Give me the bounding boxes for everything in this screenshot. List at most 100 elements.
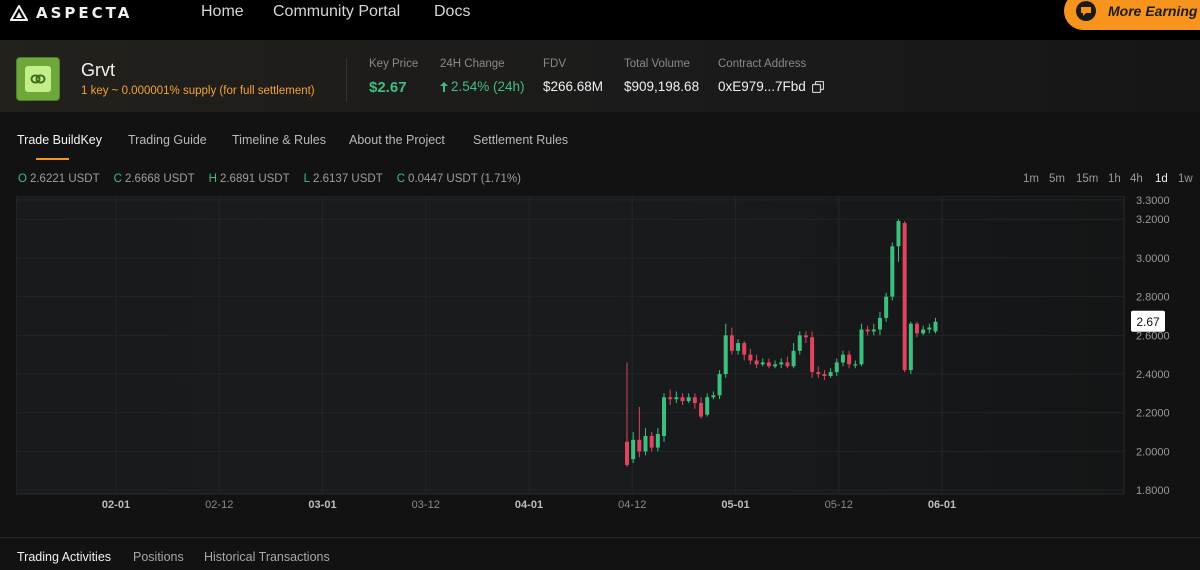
candle-body [748, 354, 753, 361]
timeframe-1d[interactable]: 1d [1155, 173, 1168, 185]
token-supply-note: 1 key ~ 0.000001% supply (for full settl… [81, 85, 315, 97]
x-tick-label: 05-12 [825, 499, 853, 511]
more-earning-label: More Earning C [1108, 3, 1200, 19]
stat-label: Contract Address [718, 58, 807, 70]
candle-body [773, 364, 778, 367]
tab-historical-transactions[interactable]: Historical Transactions [204, 550, 330, 564]
app-logo[interactable]: ASPECTA [10, 4, 132, 22]
price-chart[interactable]: 3.3000 3.2000 3.0000 2.8000 2.6000 2.4000 2.20… [15, 195, 1192, 518]
candle-body [760, 362, 765, 365]
x-tick-label: 02-01 [102, 499, 130, 511]
tab-trade-buildkey[interactable]: Trade BuildKey [17, 133, 102, 147]
candle[interactable] [717, 370, 722, 400]
candle-body [692, 397, 697, 404]
y-tick-label: 2.4000 [1136, 369, 1170, 381]
candle[interactable] [859, 323, 864, 367]
candle-body [847, 354, 852, 365]
contract-address-value: 0xE979...7Fbd [718, 79, 806, 94]
y-tick-label: 2.8000 [1136, 292, 1170, 304]
timeframe-4h[interactable]: 4h [1130, 173, 1143, 185]
y-tick-label: 3.3000 [1136, 196, 1170, 207]
candle-body [766, 362, 771, 367]
candle-body [779, 362, 784, 365]
fdv-value: $266.68M [543, 79, 604, 94]
tab-trading-activities[interactable]: Trading Activities [17, 550, 111, 564]
tab-trading-guide[interactable]: Trading Guide [128, 133, 207, 147]
stat-fdv: FDV $266.68M [543, 58, 603, 94]
ohlc-open: O 2.6221 USDT [18, 173, 100, 185]
bottom-divider [0, 537, 1200, 538]
candle-body [631, 439, 636, 460]
candle-body [908, 323, 913, 371]
candle[interactable] [908, 321, 913, 375]
candle-body [865, 329, 870, 332]
tab-settlement-rules[interactable]: Settlement Rules [473, 133, 568, 147]
x-tick-label: 04-12 [618, 499, 646, 511]
y-tick-label: 2.2000 [1136, 408, 1170, 420]
current-price-label: 2.67 [1136, 315, 1160, 329]
candle-body [871, 329, 876, 332]
tab-positions[interactable]: Positions [133, 550, 184, 564]
arrow-up-icon [440, 81, 448, 92]
timeframe-15m[interactable]: 15m [1076, 173, 1098, 185]
candle-body [711, 395, 716, 398]
candle[interactable] [662, 393, 667, 442]
token-logo [16, 57, 60, 101]
candle-body [896, 221, 901, 247]
key-price-value: $2.67 [369, 79, 407, 96]
timeframe-1h[interactable]: 1h [1108, 173, 1121, 185]
candle[interactable] [890, 242, 895, 301]
candle-body [859, 329, 864, 365]
x-tick-label: 06-01 [928, 499, 956, 511]
timeframe-5m[interactable]: 5m [1049, 173, 1065, 185]
candle-body [643, 435, 648, 452]
candlestick-chart[interactable]: 3.3000 3.2000 3.0000 2.8000 2.6000 2.4000 2.20… [15, 195, 1192, 518]
link-icon [30, 74, 46, 84]
candle-body [933, 321, 938, 332]
y-tick-label: 3.0000 [1136, 253, 1170, 265]
candle-body [729, 335, 734, 351]
x-tick-label: 02-12 [205, 499, 233, 511]
candle-body [902, 223, 907, 371]
timeframe-1m[interactable]: 1m [1023, 173, 1039, 185]
stat-key-price: Key Price $2.67 [369, 58, 418, 96]
stat-contract-address: Contract Address 0xE979...7Fbd [718, 58, 824, 94]
candle[interactable] [884, 292, 889, 322]
candle-body [810, 337, 815, 373]
candle-body [797, 335, 802, 351]
stat-label: FDV [543, 58, 566, 70]
copy-icon[interactable] [811, 80, 824, 93]
candle-body [840, 354, 845, 363]
nav-home[interactable]: Home [201, 3, 244, 21]
stat-label: Total Volume [624, 58, 690, 70]
chat-bubble-icon [1076, 1, 1096, 21]
candle-body [822, 374, 827, 376]
candle-body [637, 439, 642, 452]
active-tab-underline [36, 158, 69, 160]
more-earning-button[interactable]: More Earning C [1064, 0, 1200, 30]
candle-body [736, 343, 741, 351]
candle-body [791, 350, 796, 367]
candle-body [884, 296, 889, 318]
candle-body [828, 372, 833, 376]
tab-about-project[interactable]: About the Project [349, 133, 445, 147]
candle-body [723, 335, 728, 375]
stat-label: Key Price [369, 58, 419, 70]
timeframe-1w[interactable]: 1w [1178, 173, 1193, 185]
nav-community-portal[interactable]: Community Portal [273, 3, 400, 21]
candle-body [625, 441, 629, 465]
candle-body [927, 327, 932, 330]
logo-text: ASPECTA [36, 4, 133, 22]
aspecta-logo-icon [10, 5, 28, 21]
candle-body [834, 362, 839, 373]
candle[interactable] [810, 331, 815, 378]
tab-timeline-rules[interactable]: Timeline & Rules [232, 133, 326, 147]
volume-value: $909,198.68 [624, 79, 700, 94]
nav-docs[interactable]: Docs [434, 3, 470, 21]
candle-body [699, 403, 704, 417]
candle-body [754, 360, 759, 365]
candle-body [742, 343, 747, 355]
candle[interactable] [902, 221, 907, 373]
candle-body [668, 397, 673, 400]
candle-body [655, 434, 660, 448]
